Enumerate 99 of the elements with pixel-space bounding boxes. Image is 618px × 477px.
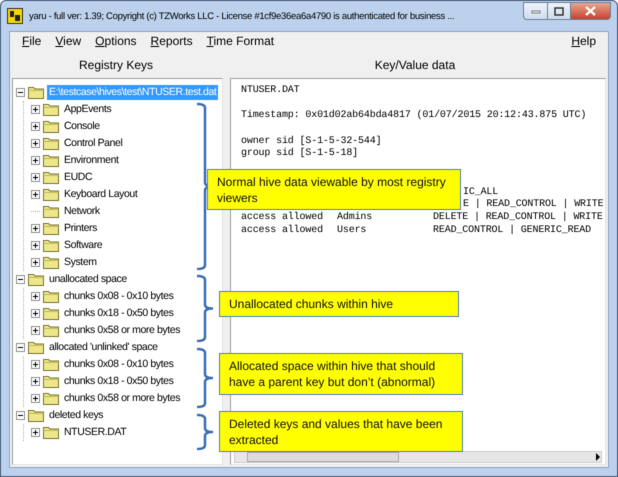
callout-note: Deleted keys and values that have been extracted [219,411,463,452]
collapse-icon[interactable] [16,88,25,97]
folder-icon [43,324,59,337]
folder-icon [43,137,59,150]
expand-icon[interactable] [31,394,40,403]
folder-icon [43,171,59,184]
ace-account: Users [337,224,368,238]
ace-type: access allowed [241,224,324,238]
tree-item[interactable]: chunks 0x58 or more bytes [62,323,182,338]
data-line: group sid [S-1-5-18] [241,148,360,162]
folder-icon [43,205,59,218]
menu-item[interactable]: Time Format [200,34,282,48]
scroll-right-icon[interactable] [595,453,601,461]
tree-item[interactable]: Software [62,238,104,253]
tree-item[interactable]: Console [62,119,102,134]
menu-item[interactable]: File [15,34,48,48]
expand-icon[interactable] [31,241,40,250]
data-line: Timestamp: 0x01d02ab64bda4817 (01/07/2015 20:12:43.875 UTC) [241,110,588,124]
expand-icon[interactable] [31,360,40,369]
menu-item[interactable]: Reports [144,34,200,48]
expand-icon[interactable] [31,428,40,437]
tree-item[interactable]: deleted keys [47,408,106,423]
close-icon [585,6,596,16]
window-title: yaru - full ver: 1.39; Copyright (c) TZWorks LLC - License #1cf9e36ea6a4790 is authenticated for business ... [29,10,456,22]
access-rights: E | READ_CONTROL | WRITE [463,199,604,210]
bracket-icon [196,414,214,450]
tree-item[interactable]: chunks 0x08 - 0x10 bytes [62,357,176,372]
tree-item[interactable]: EUDC [62,170,94,185]
collapse-icon[interactable] [16,411,25,420]
app-icon [7,8,23,24]
tree-item[interactable]: Keyboard Layout [62,187,140,202]
callout-note: Allocated space within hive that should have a parent key but don’t (abnormal) [219,353,463,395]
tree-item[interactable]: chunks 0x18 - 0x50 bytes [62,306,176,321]
folder-icon [43,239,59,252]
expand-icon[interactable] [31,326,40,335]
horizontal-scrollbar[interactable] [234,451,602,463]
expand-icon[interactable] [31,292,40,301]
expand-icon[interactable] [31,156,40,165]
bracket-icon [196,274,214,342]
menu-item[interactable]: Help [564,34,603,48]
expand-icon[interactable] [31,309,40,318]
callout-note: Normal hive data viewable by most registry viewers [207,169,461,210]
menu-item[interactable]: Options [88,34,144,48]
menu-item[interactable]: View [48,34,88,48]
ace-type: access allowed [241,212,324,224]
folder-icon [43,392,59,405]
folder-icon [43,154,59,167]
expand-icon[interactable] [31,122,40,131]
data-line: NTUSER.DAT [241,85,301,98]
maximize-button[interactable] [547,2,571,20]
tree-item[interactable]: unallocated space [47,272,129,287]
tree-item[interactable]: Environment [62,153,121,168]
pane-header: Registry Keys [78,58,154,72]
access-rights: DELETE | READ_CONTROL | WRITE [433,212,604,224]
expand-icon[interactable] [31,190,40,199]
tree-item[interactable]: Printers [62,221,99,236]
callout-note: Unallocated chunks within hive [219,291,459,317]
folder-icon [43,358,59,371]
tree-item[interactable]: Network [62,204,102,219]
folder-icon [43,103,59,116]
collapse-icon[interactable] [16,343,25,352]
tree-item[interactable]: chunks 0x18 - 0x50 bytes [62,374,176,389]
tree-item[interactable]: NTUSER.DAT [62,425,128,440]
tree-item[interactable]: System [62,255,99,270]
minimize-button[interactable] [523,2,547,20]
folder-icon [43,188,59,201]
folder-icon [43,120,59,133]
ace-account: Admins [337,212,374,225]
pane-header: Key/Value data [374,58,456,72]
folder-icon [43,256,59,269]
expand-icon[interactable] [31,224,40,233]
folder-icon [28,86,44,99]
close-button[interactable] [571,2,611,20]
tree-item[interactable]: chunks 0x58 or more bytes [62,391,182,406]
expand-icon[interactable] [31,258,40,267]
tree-item[interactable]: chunks 0x08 - 0x10 bytes [62,289,176,304]
access-rights: IC_ALL [463,186,498,198]
folder-icon [28,273,44,286]
folder-icon [28,409,44,422]
expand-icon[interactable] [31,377,40,386]
tree-item[interactable]: AppEvents [62,102,114,117]
access-rights: READ_CONTROL | GENERIC_READ [433,224,592,238]
collapse-icon[interactable] [16,275,25,284]
expand-icon[interactable] [31,139,40,148]
expand-icon[interactable] [31,173,40,182]
minimize-icon [530,8,540,14]
folder-icon [43,290,59,303]
data-line: owner sid [S-1-5-32-544] [241,136,382,148]
maximize-icon [554,6,564,16]
folder-icon [43,426,59,439]
folder-icon [43,307,59,320]
bracket-icon [196,348,214,408]
folder-icon [43,375,59,388]
expand-icon[interactable] [31,105,40,114]
folder-icon [28,341,44,354]
tree-item[interactable]: allocated 'unlinked' space [47,340,160,355]
tree-item[interactable]: Control Panel [62,136,124,151]
folder-icon [43,222,59,235]
scrollbar-thumb[interactable] [247,452,399,462]
